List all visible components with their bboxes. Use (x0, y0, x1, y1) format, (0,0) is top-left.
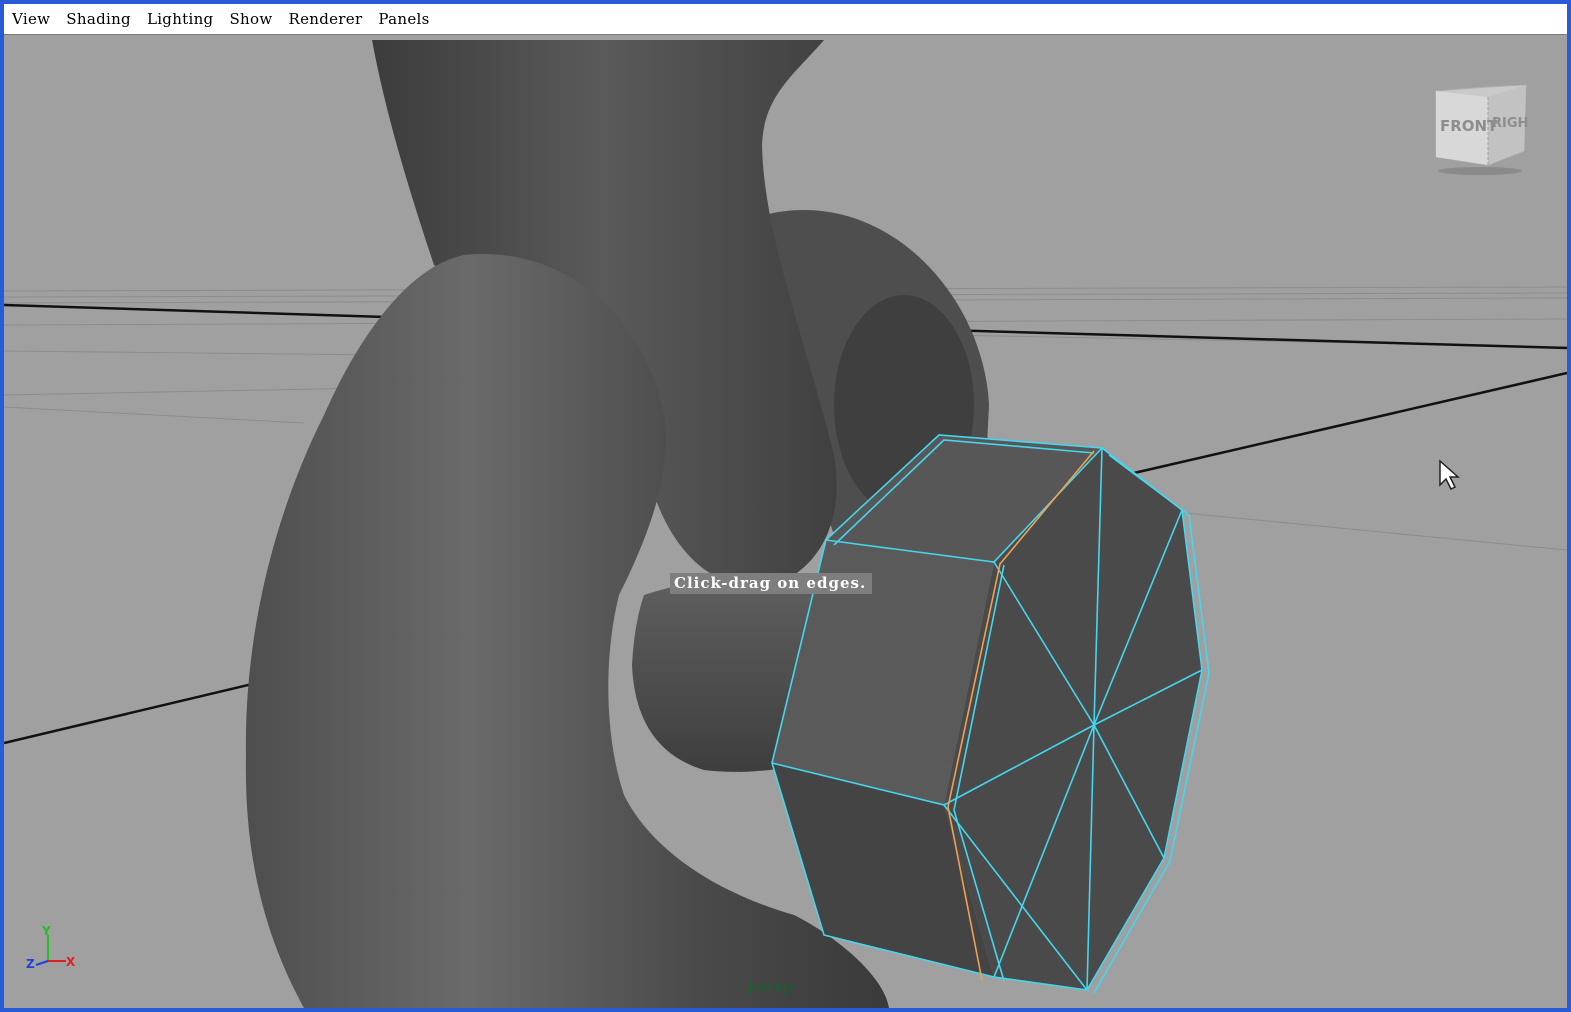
axis-y-label: Y (41, 924, 51, 938)
maya-viewport-window: View Shading Lighting Show Renderer Pane… (4, 4, 1567, 1008)
menu-panels[interactable]: Panels (370, 10, 437, 28)
viewcube-icon[interactable]: FRONT RIGHT (1428, 81, 1528, 177)
camera-name-label: persp (748, 979, 794, 995)
viewcube-front-label: FRONT (1440, 117, 1498, 135)
menu-view[interactable]: View (4, 10, 58, 28)
panel-menubar: View Shading Lighting Show Renderer Pane… (4, 4, 1567, 35)
scene-canvas[interactable] (4, 35, 1567, 1008)
menu-lighting[interactable]: Lighting (139, 10, 222, 28)
pointer-cursor-icon (1436, 459, 1466, 493)
menu-renderer[interactable]: Renderer (280, 10, 370, 28)
menu-shading[interactable]: Shading (58, 10, 139, 28)
axis-x-label: X (66, 955, 76, 969)
menu-show[interactable]: Show (221, 10, 280, 28)
axis-z-label: Z (26, 957, 35, 971)
axis-gizmo-icon: Y X Z (22, 923, 82, 973)
viewcube-right-label: RIGHT (1492, 116, 1528, 131)
tool-hint-label: Click-drag on edges. (670, 573, 873, 594)
3d-viewport[interactable]: Click-drag on edges. persp FRONT RIGHT Y… (4, 35, 1567, 1008)
